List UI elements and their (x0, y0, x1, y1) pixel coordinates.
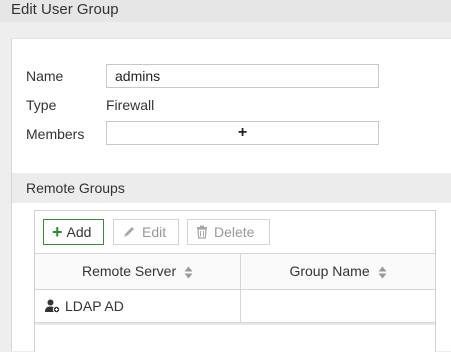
name-input[interactable] (107, 65, 378, 87)
column-remote-server[interactable]: Remote Server (35, 254, 241, 289)
delete-button[interactable]: Delete (187, 219, 270, 245)
add-button-label: Add (66, 224, 92, 240)
type-label: Type (26, 97, 57, 113)
trash-icon (197, 225, 207, 239)
edit-user-group-panel: Name Type Firewall Members + Remote Grou… (11, 38, 451, 352)
column-group-name-label: Group Name (289, 263, 370, 279)
remote-groups-header: Remote Groups (12, 173, 451, 203)
remote-server-cell: LDAP AD (35, 290, 241, 322)
edit-button[interactable]: Edit (113, 219, 179, 245)
pencil-icon (124, 227, 134, 237)
name-label: Name (26, 68, 64, 84)
table-row[interactable]: LDAP AD (35, 290, 435, 323)
edit-button-label: Edit (142, 224, 167, 240)
members-label: Members (26, 126, 85, 142)
type-value: Firewall (106, 97, 155, 113)
remote-server-value: LDAP AD (65, 298, 124, 314)
sort-icon (184, 266, 193, 279)
add-button[interactable]: + Add (43, 219, 104, 245)
name-field-box (106, 64, 379, 88)
delete-button-label: Delete (214, 224, 255, 240)
group-name-cell (241, 290, 435, 322)
sort-icon (378, 266, 387, 279)
remote-groups-table: + Add Edit Delete Remote Server Group Na… (34, 210, 436, 352)
user-server-icon (45, 299, 60, 313)
dialog-title: Edit User Group (0, 0, 451, 22)
column-remote-server-label: Remote Server (81, 263, 177, 279)
plus-icon: + (52, 222, 63, 242)
members-add-field[interactable]: + (106, 121, 379, 145)
plus-icon: + (237, 124, 248, 141)
table-divider (35, 323, 435, 325)
column-group-name[interactable]: Group Name (241, 254, 435, 289)
table-header: Remote Server Group Name (35, 253, 435, 290)
